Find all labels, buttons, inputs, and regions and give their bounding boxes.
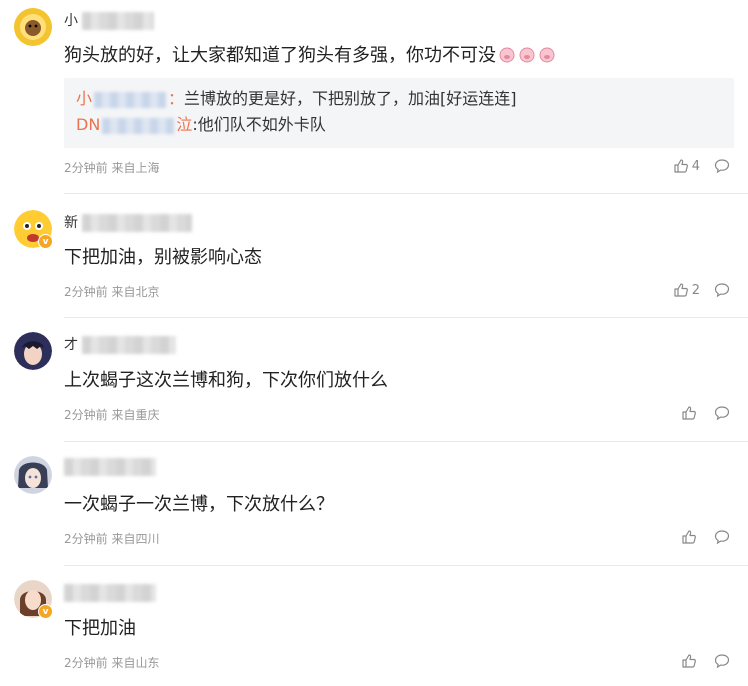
redacted-name	[82, 214, 192, 232]
comment-item: 小 狗头放的好，让大家都知道了狗头有多强，你功不可没 小：兰博放的更是好，下把别…	[0, 0, 748, 194]
thumbs-up-icon	[682, 530, 696, 544]
comment-actions: 4	[673, 158, 730, 174]
comment-meta: 2分钟前 来自四川	[64, 532, 160, 546]
anime-girl-avatar-icon	[14, 456, 52, 494]
comment-text: 狗头放的好，让大家都知道了狗头有多强，你功不可没	[64, 44, 558, 71]
comment-bubble-icon[interactable]	[714, 282, 730, 298]
thumbs-up-icon	[682, 406, 696, 420]
thumbs-up-icon	[674, 159, 688, 173]
comment-meta: 2分钟前 来自上海	[64, 161, 160, 175]
like-button[interactable]	[681, 653, 700, 669]
comment-bubble-icon[interactable]	[714, 529, 730, 545]
like-button[interactable]	[681, 405, 700, 421]
comment-actions	[681, 405, 730, 421]
comment-meta: 2分钟前 来自重庆	[64, 408, 160, 422]
reply-preview[interactable]: 小：兰博放的更是好，下把别放了，加油[好运连连] DN 泣:他们队不如外卡队	[64, 78, 734, 148]
comment-actions	[681, 529, 730, 545]
reply-username[interactable]: DN 泣	[76, 115, 192, 134]
anime-boy-avatar-icon	[14, 332, 52, 370]
redacted-name	[102, 117, 175, 134]
pig-emoji-icon	[498, 44, 558, 71]
comment-text: 下把加油	[64, 618, 136, 639]
comment-item: 一次蝎子一次兰博，下次放什么？ 2分钟前 来自四川	[0, 442, 748, 566]
thumbs-up-icon	[682, 654, 696, 668]
thumbs-up-icon	[674, 283, 688, 297]
reply-line: DN 泣:他们队不如外卡队	[76, 115, 326, 134]
avatar[interactable]	[14, 8, 52, 46]
comment-bubble-icon[interactable]	[714, 405, 730, 421]
username[interactable]: 才	[64, 336, 184, 354]
comment-meta: 2分钟前 来自北京	[64, 285, 160, 299]
redacted-name	[82, 336, 176, 354]
comment-bubble-icon[interactable]	[714, 653, 730, 669]
comment-text: 上次蝎子这次兰博和狗，下次你们放什么	[64, 370, 388, 391]
comment-item: v 新 下把加油，别被影响心态 2分钟前 来自北京 2	[0, 194, 748, 318]
like-button[interactable]: 2	[673, 282, 700, 298]
username[interactable]: 小	[64, 12, 164, 30]
avatar[interactable]	[14, 456, 52, 494]
comment-text: 一次蝎子一次兰博，下次放什么？	[64, 494, 334, 515]
username[interactable]	[64, 584, 174, 602]
comment-actions	[681, 653, 730, 669]
comment-bubble-icon[interactable]	[714, 158, 730, 174]
like-button[interactable]	[681, 529, 700, 545]
comment-actions: 2	[673, 282, 730, 298]
username[interactable]	[64, 458, 174, 476]
reply-username[interactable]: 小：	[76, 89, 184, 108]
comment-text: 下把加油，别被影响心态	[64, 247, 262, 268]
comment-meta: 2分钟前 来自山东	[64, 656, 160, 670]
comment-item: v 下把加油 2分钟前 来自山东	[0, 566, 748, 686]
redacted-name	[82, 12, 154, 30]
verified-badge-icon: v	[38, 604, 53, 619]
username[interactable]: 新	[64, 214, 194, 232]
avatar[interactable]	[14, 332, 52, 370]
reply-line: 小：兰博放的更是好，下把别放了，加油[好运连连]	[76, 89, 517, 108]
sunflower-avatar-icon	[14, 8, 52, 46]
comment-item: 才 上次蝎子这次兰博和狗，下次你们放什么 2分钟前 来自重庆	[0, 318, 748, 442]
like-button[interactable]: 4	[673, 158, 700, 174]
redacted-name	[64, 584, 156, 602]
redacted-name	[64, 458, 156, 476]
redacted-name	[94, 91, 167, 108]
verified-badge-icon: v	[38, 234, 53, 249]
